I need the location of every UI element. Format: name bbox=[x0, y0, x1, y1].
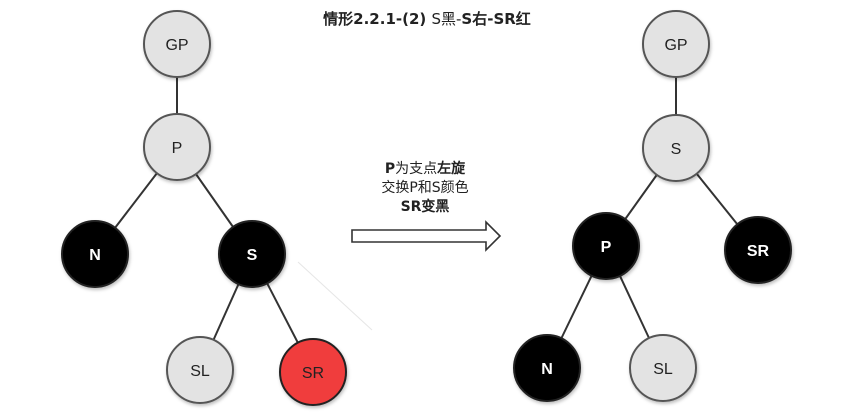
caption-rotate-left: 左旋 bbox=[437, 161, 466, 177]
after-node-sr: SR bbox=[724, 216, 792, 284]
before-edges bbox=[94, 44, 314, 373]
before-node-label-s: S bbox=[247, 247, 258, 264]
before-node-sr: SR bbox=[279, 338, 347, 406]
before-node-label-p: P bbox=[172, 140, 183, 157]
after-node-label-gp: GP bbox=[664, 37, 687, 54]
operation-caption: P为支点左旋 交换P和S颜色 SR变黑 bbox=[330, 160, 520, 217]
after-node-label-p: P bbox=[601, 239, 612, 256]
after-node-sl: SL bbox=[629, 334, 697, 402]
before-node-sl: SL bbox=[166, 336, 234, 404]
caption-pivot: P bbox=[384, 161, 396, 177]
after-node-label-s: S bbox=[671, 141, 682, 158]
before-node-s: S bbox=[218, 220, 286, 288]
caption-pivot-text: 为支点 bbox=[395, 161, 438, 177]
rotation-arrow-icon bbox=[351, 220, 502, 252]
after-node-gp: GP bbox=[642, 10, 710, 78]
after-node-label-sr: SR bbox=[747, 243, 770, 260]
caption-line-2: 交换P和S颜色 bbox=[381, 180, 469, 196]
before-node-p: P bbox=[143, 113, 211, 181]
before-node-n: N bbox=[61, 220, 129, 288]
before-node-label-n: N bbox=[89, 247, 101, 264]
caption-line-3: SR变黑 bbox=[400, 199, 450, 215]
before-tree: GP P N S SL SR bbox=[61, 10, 347, 406]
before-node-label-sr: SR bbox=[302, 365, 324, 382]
before-node-gp: GP bbox=[143, 10, 211, 78]
after-node-label-sl: SL bbox=[653, 361, 673, 378]
after-tree: GP S P SR N SL bbox=[513, 10, 792, 402]
after-edges bbox=[546, 44, 759, 369]
before-node-label-sl: SL bbox=[190, 363, 210, 380]
faint-line bbox=[297, 261, 373, 331]
caption-line-1: P为支点左旋 bbox=[330, 160, 520, 179]
after-node-s: S bbox=[642, 114, 710, 182]
after-node-n: N bbox=[513, 334, 581, 402]
before-node-label-gp: GP bbox=[165, 37, 188, 54]
after-node-label-n: N bbox=[541, 361, 553, 378]
after-node-p: P bbox=[572, 212, 640, 280]
